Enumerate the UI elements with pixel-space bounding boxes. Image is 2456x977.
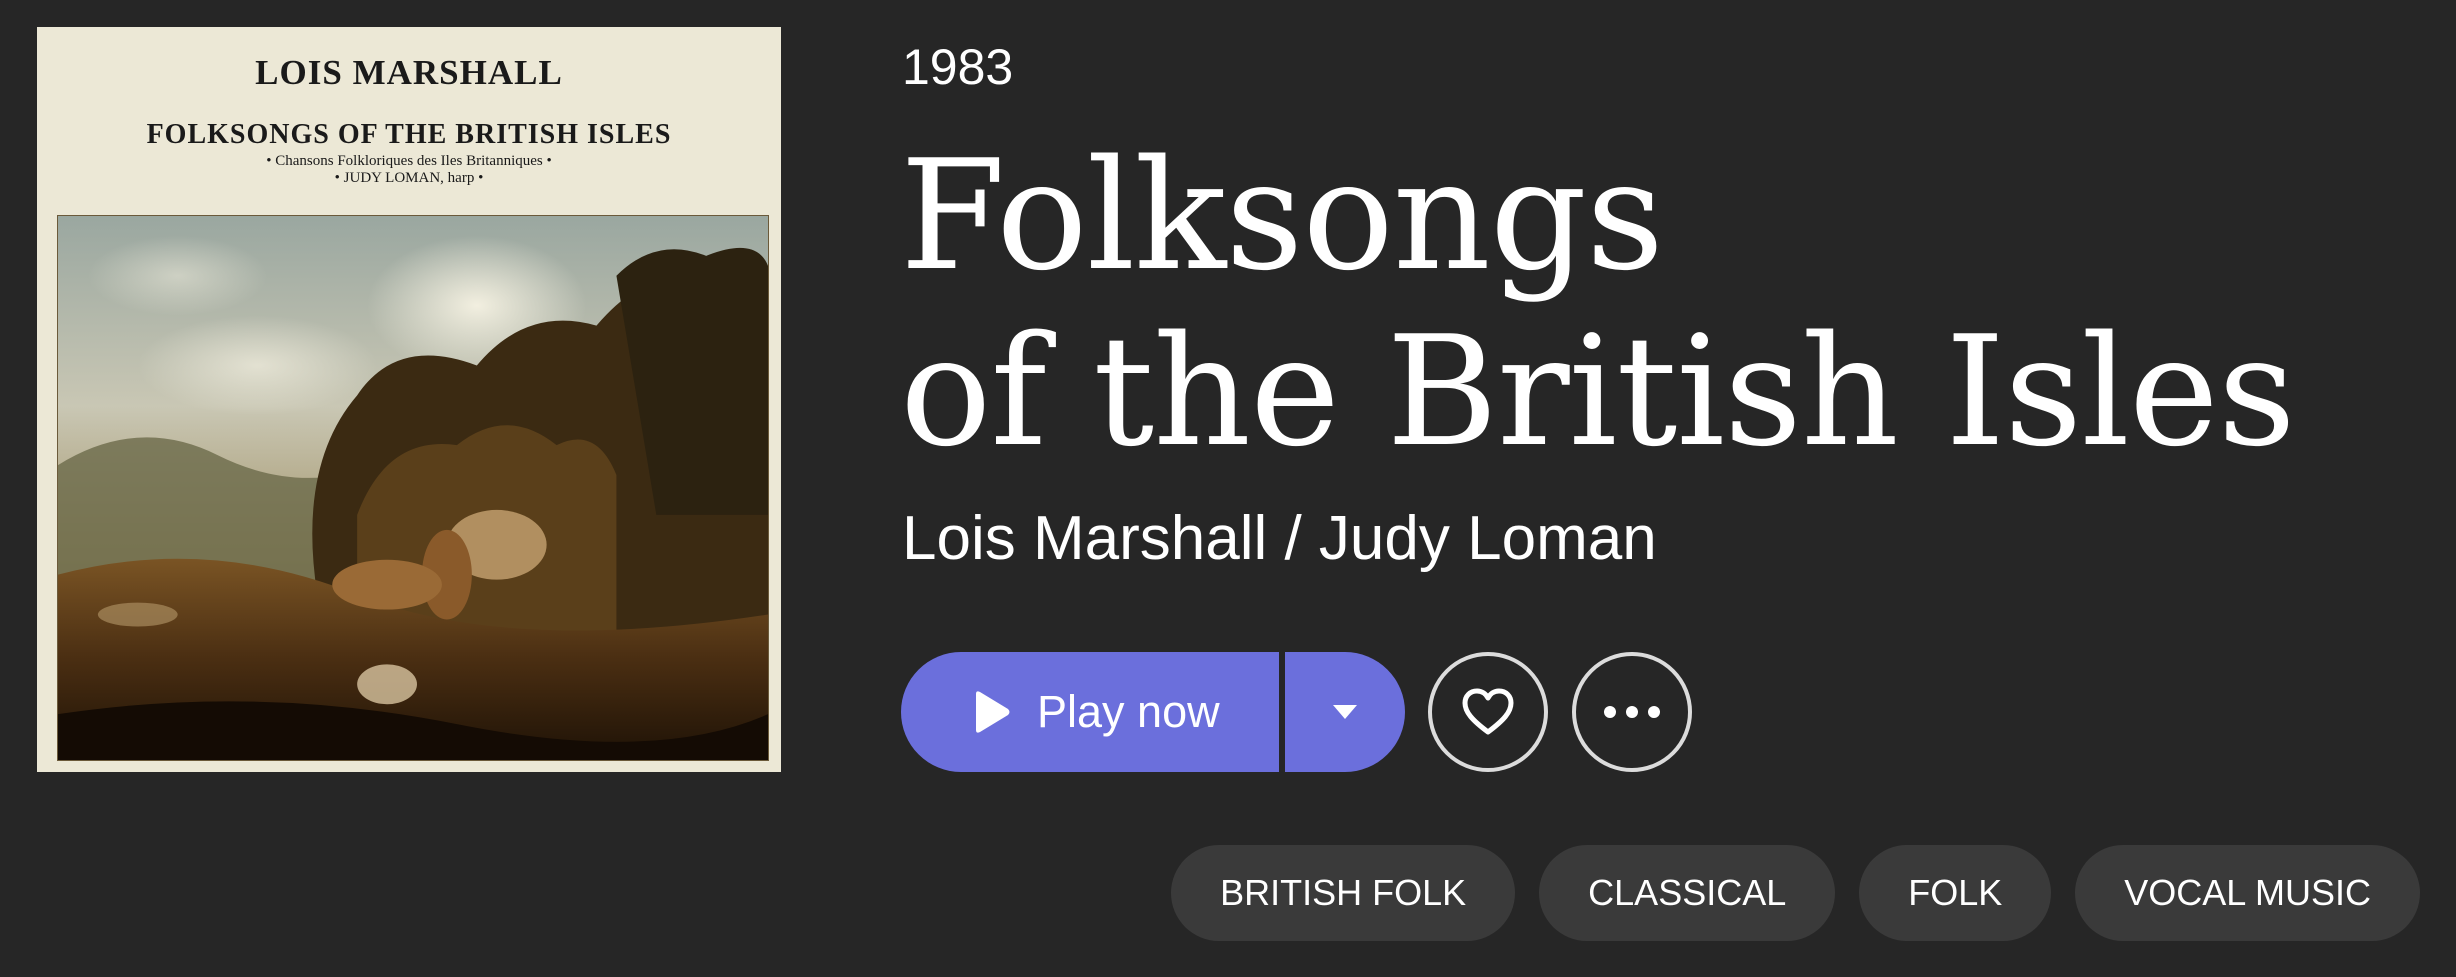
play-now-label: Play now: [1037, 686, 1220, 737]
genre-tags: BRITISH FOLK CLASSICAL FOLK VOCAL MUSIC: [1171, 845, 2420, 941]
play-icon: [976, 691, 1010, 733]
album-title-line-2: of the British Isles: [900, 303, 2296, 480]
more-options-button[interactable]: [1572, 652, 1692, 772]
cover-performer: • JUDY LOMAN, harp •: [334, 170, 484, 186]
cover-artist: LOIS MARSHALL: [255, 53, 563, 92]
cover-painting: [57, 215, 769, 761]
album-artists[interactable]: Lois Marshall / Judy Loman: [902, 508, 1657, 570]
release-year: 1983: [902, 39, 1014, 95]
cover-subtitle: • Chansons Folkloriques des Iles Britann…: [266, 153, 552, 169]
favorite-button[interactable]: [1428, 652, 1548, 772]
album-title-line-1: Folksongs: [900, 127, 1664, 304]
album-title: Folksongs of the British Isles: [900, 127, 2296, 480]
heart-icon: [1462, 688, 1514, 735]
play-button-group: Play now: [901, 652, 1405, 772]
play-now-button[interactable]: Play now: [901, 652, 1279, 772]
play-options-dropdown[interactable]: [1285, 652, 1405, 772]
tag-folk[interactable]: FOLK: [1859, 845, 2052, 941]
album-cover: LOIS MARSHALL FOLKSONGS OF THE BRITISH I…: [37, 27, 781, 772]
ellipsis-icon: [1604, 706, 1660, 718]
cover-title: FOLKSONGS OF THE BRITISH ISLES: [146, 119, 672, 150]
landscape-painting-icon: [58, 216, 768, 760]
caret-down-icon: [1333, 705, 1357, 719]
tag-british-folk[interactable]: BRITISH FOLK: [1171, 845, 1516, 941]
tag-vocal-music[interactable]: VOCAL MUSIC: [2075, 845, 2420, 941]
tag-classical[interactable]: CLASSICAL: [1539, 845, 1836, 941]
